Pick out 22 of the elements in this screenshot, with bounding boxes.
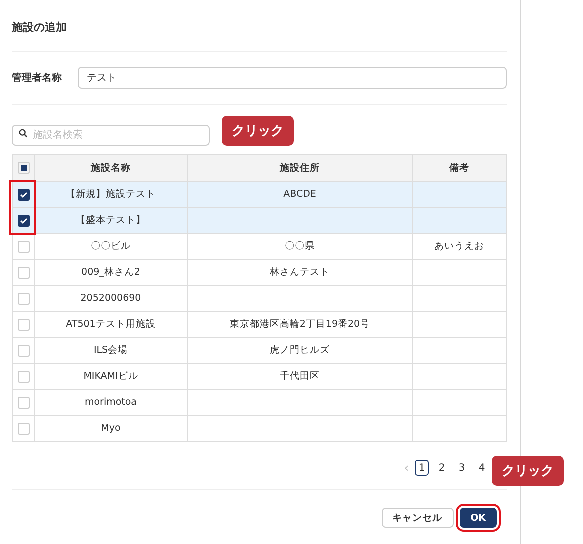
callout-label: クリック: [492, 456, 564, 486]
page-button[interactable]: 4: [475, 460, 489, 476]
table-cell: Myo: [34, 416, 188, 442]
checkmark-icon: [18, 216, 28, 226]
column-header: 備考: [412, 154, 506, 182]
select-all-checkbox[interactable]: [18, 162, 30, 174]
page-button[interactable]: 3: [455, 460, 469, 476]
row-checkbox[interactable]: [18, 214, 30, 226]
checkmark-icon: [18, 190, 28, 200]
callout-label: クリック: [222, 116, 294, 146]
column-header: 施設住所: [188, 154, 412, 182]
cancel-button[interactable]: キャンセル: [382, 508, 454, 528]
dialog-title: 施設の追加: [12, 20, 68, 36]
page-button[interactable]: 2: [435, 460, 449, 476]
manager-name-field[interactable]: テスト: [78, 67, 507, 89]
highlight-frame: [9, 180, 36, 235]
search-field[interactable]: 施設名検索: [12, 125, 210, 146]
row-checkbox[interactable]: [18, 188, 30, 200]
column-header: 施設名称: [34, 154, 188, 182]
page-button[interactable]: 1: [415, 460, 429, 476]
search-icon: [19, 129, 28, 138]
field-label: 管理者名称: [12, 72, 63, 85]
